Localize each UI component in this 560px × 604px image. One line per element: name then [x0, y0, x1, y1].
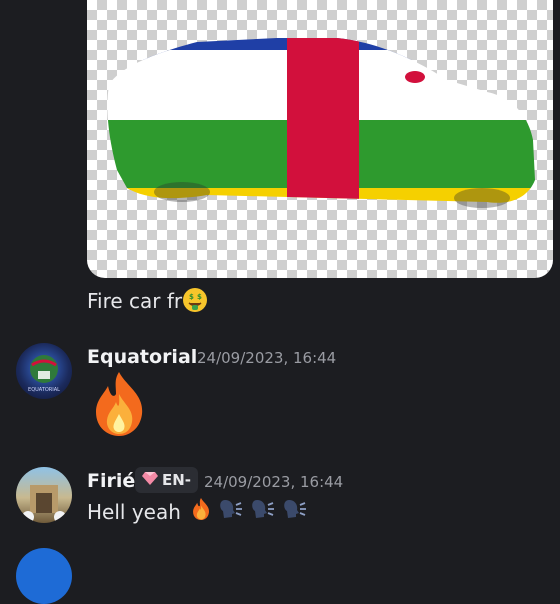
- message-text: Hell yeah: [87, 497, 307, 526]
- chat-log: Fire car fr $ $ EQUATORIAL Equatorial 24…: [0, 0, 560, 604]
- fire-icon: [191, 497, 211, 526]
- avatar-building-icon: [22, 485, 66, 523]
- image-attachment[interactable]: [87, 0, 553, 278]
- username[interactable]: Firié: [87, 470, 135, 492]
- timestamp: 24/09/2023, 16:44: [197, 349, 337, 367]
- gem-icon: [142, 471, 158, 489]
- message-body: Hell yeah: [87, 499, 181, 524]
- svg-text:$: $: [189, 293, 194, 301]
- flag-car-image: [107, 38, 535, 208]
- avatar[interactable]: [16, 548, 72, 604]
- caption-text: Fire car fr: [87, 289, 183, 313]
- speaking-head-icon: [247, 497, 275, 526]
- svg-text:EQUATORIAL: EQUATORIAL: [28, 387, 60, 393]
- speaking-head-icon: [215, 497, 243, 526]
- server-tag[interactable]: EN-: [135, 467, 199, 493]
- avatar[interactable]: [16, 467, 72, 523]
- username[interactable]: Equatorial: [87, 346, 197, 368]
- avatar-globe-icon: EQUATORIAL: [28, 355, 60, 393]
- fire-icon: [90, 370, 148, 442]
- timestamp: 24/09/2023, 16:44: [204, 473, 344, 491]
- svg-text:$: $: [197, 293, 202, 301]
- avatar[interactable]: EQUATORIAL: [16, 343, 72, 399]
- message-text: Fire car fr $ $: [87, 287, 208, 318]
- speaking-head-icon: [279, 497, 307, 526]
- money-mouth-face-icon: $ $: [182, 287, 208, 318]
- tag-label: EN-: [162, 471, 192, 489]
